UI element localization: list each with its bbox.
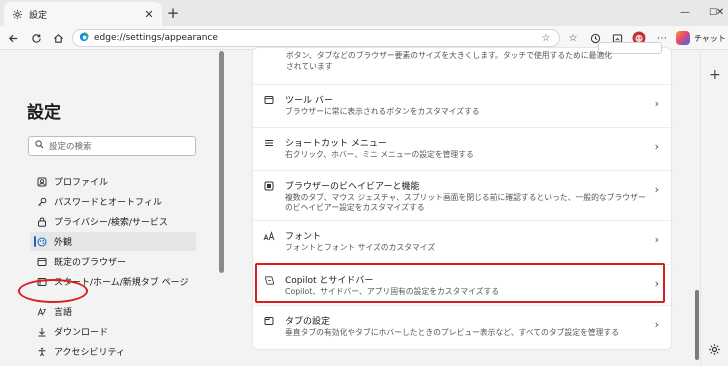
sidebar-item-appearance[interactable]: 外観 bbox=[30, 232, 196, 251]
setting-title: ツール バー bbox=[285, 96, 333, 106]
font-icon bbox=[263, 230, 275, 242]
setting-description: 垂直タブの有効化やタブにホバーしたときのプレビュー表示など、すべてのタブ設定を管… bbox=[285, 328, 620, 337]
sidebar-item-downloads[interactable]: ダウンロード bbox=[36, 322, 196, 341]
minimize-button[interactable]: — bbox=[670, 4, 700, 22]
refresh-button[interactable] bbox=[28, 30, 44, 46]
behavior-icon bbox=[263, 180, 275, 192]
settings-search-input[interactable]: 設定の検索 bbox=[28, 136, 196, 156]
chevron-right-icon: › bbox=[654, 183, 659, 196]
accessibility-icon bbox=[36, 346, 48, 358]
setting-description: ブラウザーに常に表示されるボタンをカスタマイズする bbox=[285, 107, 480, 116]
tab-settings[interactable]: 設定 ✕ bbox=[4, 2, 162, 26]
appearance-icon bbox=[36, 236, 48, 248]
tab-icon bbox=[263, 315, 275, 327]
setting-row-browser-behavior[interactable]: ブラウザーのビヘイビアーと機能 複数のタブ、マウス ジェスチャ、スプリット画面を… bbox=[253, 170, 673, 220]
lock-icon bbox=[36, 216, 48, 228]
favorite-star-icon[interactable]: ☆ bbox=[539, 33, 553, 44]
sidebar-item-label: 既定のブラウザー bbox=[54, 258, 127, 268]
search-placeholder: 設定の検索 bbox=[49, 142, 92, 152]
setting-description: フォントとフォント サイズのカスタマイズ bbox=[285, 243, 436, 252]
setting-row-fonts[interactable]: フォント フォントとフォント サイズのカスタマイズ › bbox=[253, 220, 673, 260]
setting-description-continued: のビヘイビアー設定をカスタマイズする bbox=[285, 203, 425, 212]
setting-title: ブラウザーのビヘイビアーと機能 bbox=[285, 182, 420, 192]
sidebar-item-label: プライバシー/検索/サービス bbox=[54, 218, 168, 228]
language-icon bbox=[36, 306, 48, 318]
home-button[interactable] bbox=[50, 30, 66, 46]
search-icon bbox=[35, 140, 44, 152]
chevron-right-icon: › bbox=[654, 140, 659, 153]
new-tab-button[interactable]: + bbox=[164, 5, 182, 23]
sidebar-item-label: パスワードとオートフィル bbox=[54, 198, 162, 208]
setting-description: 右クリック、ホバー、ミニ メニューの設定を管理する bbox=[285, 150, 474, 159]
settings-sidebar: 設定 設定の検索 プロファイル パスワードとオートフィル プライバシー/検索/サ… bbox=[0, 51, 220, 366]
tab-title: 設定 bbox=[29, 10, 48, 21]
title-bar: 設定 ✕ + — ☐ bbox=[0, 0, 728, 26]
sidebar-scrollbar[interactable] bbox=[219, 51, 224, 273]
sidebar-item-privacy[interactable]: プライバシー/検索/サービス bbox=[36, 212, 196, 231]
chevron-right-icon: › bbox=[654, 233, 659, 246]
add-sidebar-app-icon[interactable]: + bbox=[709, 67, 721, 83]
favorites-icon[interactable]: ☆ bbox=[566, 31, 580, 45]
menu-icon bbox=[263, 137, 275, 149]
touch-mode-description: ボタン、タブなどのブラウザー要素のサイズを大きくします。タッチで使用するために最… bbox=[286, 51, 612, 71]
appearance-settings-card: ボタン、タブなどのブラウザー要素のサイズを大きくします。タッチで使用するために最… bbox=[252, 42, 673, 350]
copilot-chat-button[interactable]: チャット bbox=[676, 30, 726, 46]
close-window-button[interactable]: ✕ bbox=[712, 4, 728, 22]
tab-close-button[interactable]: ✕ bbox=[142, 8, 156, 21]
profile-icon bbox=[36, 176, 48, 188]
sidebar-item-label: プロファイル bbox=[54, 178, 109, 188]
sidebar-item-label: 外観 bbox=[54, 238, 73, 248]
toolbar-icon bbox=[263, 94, 275, 106]
key-icon bbox=[36, 196, 48, 208]
sidebar-item-accessibility[interactable]: アクセシビリティ bbox=[36, 342, 196, 361]
sidebar-item-passwords[interactable]: パスワードとオートフィル bbox=[36, 192, 196, 211]
chevron-right-icon: › bbox=[654, 318, 659, 331]
sidebar-item-language[interactable]: 言語 bbox=[36, 302, 196, 321]
content-scrollbar[interactable] bbox=[695, 290, 699, 360]
sidebar-item-label: アクセシビリティ bbox=[54, 348, 126, 358]
address-bar[interactable]: edge://settings/appearance ☆ bbox=[72, 29, 560, 47]
browser-icon bbox=[36, 256, 48, 268]
sidebar-settings-gear-icon[interactable] bbox=[708, 343, 722, 357]
setting-title: タブの設定 bbox=[285, 317, 331, 327]
download-icon bbox=[36, 326, 48, 338]
highlight-box bbox=[255, 263, 665, 303]
url-text: edge://settings/appearance bbox=[94, 33, 218, 43]
page-title: 設定 bbox=[27, 103, 61, 123]
setting-row-context-menu[interactable]: ショートカット メニュー 右クリック、ホバー、ミニ メニューの設定を管理する › bbox=[253, 127, 673, 167]
highlight-circle bbox=[18, 279, 88, 303]
setting-row-tabs[interactable]: タブの設定 垂直タブの有効化やタブにホバーしたときのプレビュー表示など、すべての… bbox=[253, 305, 673, 345]
gear-icon bbox=[10, 7, 24, 21]
back-button[interactable] bbox=[5, 30, 21, 46]
sidebar-item-label: 言語 bbox=[54, 308, 73, 318]
setting-title: ショートカット メニュー bbox=[285, 139, 387, 149]
setting-title: フォント bbox=[285, 232, 322, 242]
sidebar-item-default-browser[interactable]: 既定のブラウザー bbox=[36, 252, 196, 271]
edge-logo-icon bbox=[79, 31, 89, 45]
chevron-right-icon: › bbox=[654, 97, 659, 110]
sidebar-item-label: ダウンロード bbox=[54, 328, 109, 338]
setting-row-toolbar[interactable]: ツール バー ブラウザーに常に表示されるボタンをカスタマイズする › bbox=[253, 84, 673, 124]
active-indicator bbox=[34, 236, 36, 247]
edge-sidebar: + bbox=[700, 51, 728, 366]
chat-label: チャット bbox=[694, 33, 726, 43]
settings-content: ボタン、タブなどのブラウザー要素のサイズを大きくします。タッチで使用するために最… bbox=[228, 42, 700, 366]
copilot-logo-icon bbox=[676, 31, 690, 45]
sidebar-item-profile[interactable]: プロファイル bbox=[36, 172, 196, 191]
